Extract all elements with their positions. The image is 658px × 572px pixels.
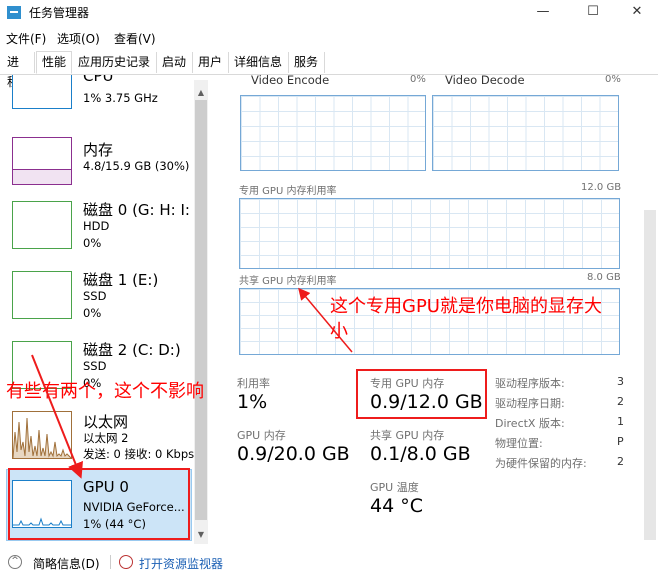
annotation-arrows	[31, 287, 353, 479]
collapse-chevron-icon[interactable]: ^	[8, 555, 22, 569]
fewer-details-link[interactable]: 简略信息(D)	[33, 555, 100, 572]
footer-divider	[110, 555, 111, 569]
resource-monitor-icon	[119, 555, 133, 569]
open-resource-monitor-link[interactable]: 打开资源监视器	[139, 555, 223, 572]
annotation-arrow-right	[298, 287, 353, 353]
footer-bar: ^ 简略信息(D) 打开资源监视器	[0, 552, 658, 571]
annotation-arrow-left	[31, 354, 83, 479]
